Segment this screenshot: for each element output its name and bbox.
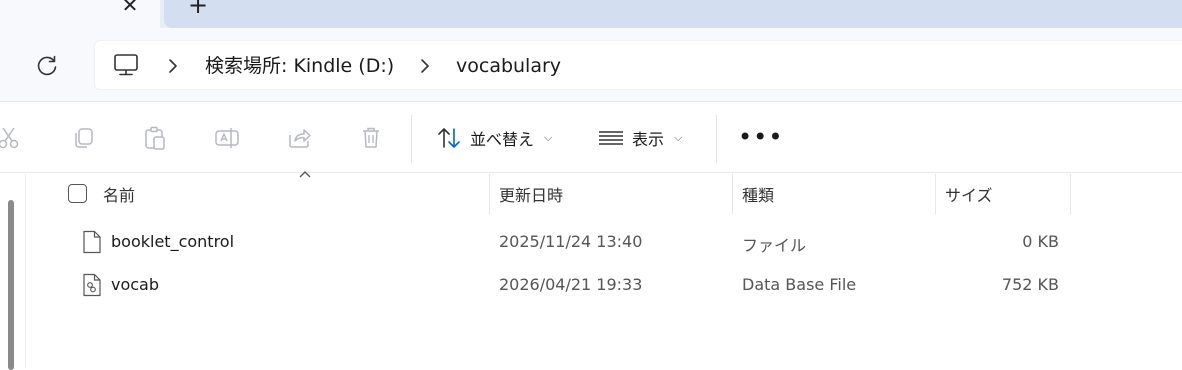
file-list: 名前 更新日時 種類 サイズ booklet_control 2025/11/2… (0, 171, 1182, 370)
computer-icon[interactable] (113, 53, 139, 77)
tab-strip-background (164, 0, 1182, 28)
sort-button[interactable]: 並べ替え ⌵ (436, 121, 552, 155)
file-type: ファイル (742, 236, 807, 255)
command-bar: 並べ替え ⌵ 表示 ⌵ ••• (0, 103, 1182, 173)
file-icon (83, 230, 101, 254)
address-bar[interactable]: 検索場所: Kindle (D:) vocabulary (94, 40, 1182, 90)
column-divider[interactable] (732, 174, 733, 214)
column-divider[interactable] (1070, 174, 1071, 214)
column-divider[interactable] (935, 174, 936, 214)
column-header-size[interactable]: サイズ (945, 182, 993, 206)
new-tab-button[interactable]: + (186, 0, 210, 17)
column-header-type[interactable]: 種類 (742, 182, 774, 206)
address-row: 検索場所: Kindle (D:) vocabulary (0, 28, 1182, 102)
file-size: 0 KB (1022, 232, 1059, 251)
sort-ascending-icon (299, 171, 311, 178)
breadcrumb-vocabulary[interactable]: vocabulary (456, 54, 561, 78)
sort-label: 並べ替え (470, 130, 535, 149)
rename-icon[interactable] (214, 125, 240, 151)
file-name: booklet_control (111, 232, 235, 251)
paste-icon[interactable] (142, 125, 168, 151)
view-button[interactable]: 表示 ⌵ (598, 121, 682, 155)
refresh-icon[interactable] (34, 53, 60, 79)
file-date: 2026/04/21 19:33 (499, 275, 643, 294)
chevron-down-icon: ⌵ (674, 131, 683, 144)
file-date: 2025/11/24 13:40 (499, 232, 643, 251)
share-icon[interactable] (286, 125, 312, 151)
toolbar-separator (411, 115, 412, 163)
chevron-right-icon[interactable] (417, 57, 433, 75)
file-row[interactable]: vocab 2026/04/21 19:33 Data Base File 75… (26, 267, 1182, 307)
column-header-date[interactable]: 更新日時 (499, 182, 563, 206)
chevron-down-icon: ⌵ (544, 131, 553, 144)
column-header-name[interactable]: 名前 (103, 182, 135, 206)
chevron-right-icon[interactable] (165, 57, 181, 75)
more-options-button[interactable]: ••• (738, 123, 783, 151)
file-row[interactable]: booklet_control 2025/11/24 13:40 ファイル 0 … (26, 224, 1182, 264)
cut-icon[interactable] (0, 125, 22, 151)
active-tab[interactable]: ✕ (0, 0, 160, 28)
select-all-checkbox[interactable] (68, 184, 87, 203)
column-header-row: 名前 更新日時 種類 サイズ (26, 171, 1182, 214)
view-list-icon (599, 131, 623, 145)
database-file-icon (83, 273, 101, 297)
scrollbar-thumb[interactable] (8, 200, 14, 370)
file-type: Data Base File (742, 275, 857, 294)
toolbar-separator (716, 115, 717, 163)
file-name: vocab (111, 275, 160, 294)
delete-icon[interactable] (358, 125, 384, 151)
tab-strip: ✕ + (0, 0, 1182, 28)
navigation-pane-edge (0, 174, 26, 370)
column-divider[interactable] (489, 174, 490, 214)
file-size: 752 KB (1001, 275, 1059, 294)
sort-icon (438, 128, 460, 148)
copy-icon[interactable] (70, 125, 96, 151)
view-label: 表示 (632, 130, 665, 149)
breadcrumb-search-location[interactable]: 検索場所: Kindle (D:) (205, 54, 394, 78)
close-tab-icon[interactable]: ✕ (118, 0, 142, 19)
